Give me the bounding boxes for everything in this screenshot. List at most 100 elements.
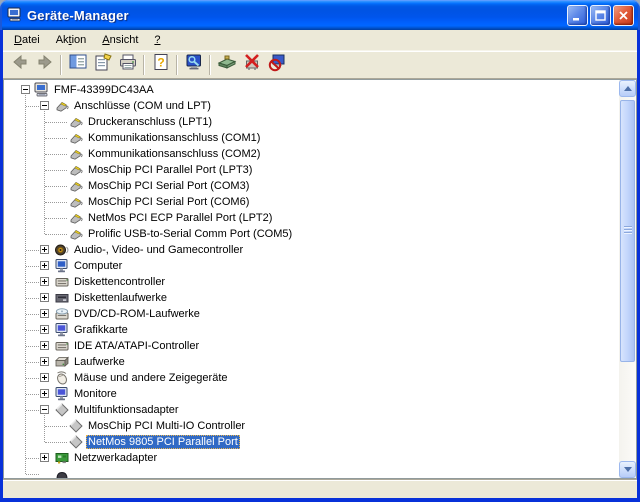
tree-item-label[interactable]: Prolific USB-to-Serial Comm Port (COM5) <box>86 227 294 241</box>
print-button[interactable] <box>115 53 140 77</box>
menu-item-?[interactable]: ? <box>146 31 168 49</box>
tree-row[interactable]: Kommunikationsanschluss (COM2) <box>4 146 619 162</box>
tree-item-label[interactable]: MosChip PCI Serial Port (COM6) <box>86 195 251 209</box>
tree-item-label[interactable]: Mäuse und andere Zeigegeräte <box>72 371 230 385</box>
tree-item-label[interactable]: IDE ATA/ATAPI-Controller <box>72 339 201 353</box>
chevron-up-icon <box>623 86 632 91</box>
tree-connector <box>26 250 39 251</box>
tree-row[interactable]: MosChip PCI Parallel Port (LPT3) <box>4 162 619 178</box>
collapse-toggle[interactable] <box>21 85 30 94</box>
tree-row[interactable]: Laufwerke <box>4 354 619 370</box>
tree-guide-line <box>25 95 26 474</box>
tree-connector <box>45 234 67 235</box>
tree-row[interactable]: Mäuse und andere Zeigegeräte <box>4 370 619 386</box>
expand-toggle[interactable] <box>40 389 49 398</box>
tree-row[interactable]: Monitore <box>4 386 619 402</box>
scan-hardware-changes-button[interactable] <box>181 53 206 77</box>
tree-item-label[interactable]: Druckeranschluss (LPT1) <box>86 115 214 129</box>
tree-item-label[interactable]: Netzwerkadapter <box>72 451 159 465</box>
disable-device-button[interactable] <box>239 53 264 77</box>
collapse-toggle[interactable] <box>40 101 49 110</box>
collapse-toggle[interactable] <box>40 405 49 414</box>
scroll-up-button[interactable] <box>619 80 636 97</box>
tree-row[interactable]: IDE ATA/ATAPI-Controller <box>4 338 619 354</box>
maximize-button[interactable] <box>590 4 611 26</box>
tree-row[interactable]: Netzwerkadapter <box>4 450 619 466</box>
tree-row[interactable]: Audio-, Video- und Gamecontroller <box>4 242 619 258</box>
tree-item-label[interactable]: Audio-, Video- und Gamecontroller <box>72 243 245 257</box>
expand-toggle[interactable] <box>40 341 49 350</box>
help-button[interactable]: ? <box>148 53 173 77</box>
scan-hardware-changes-icon <box>184 52 204 77</box>
tree-row[interactable]: MosChip PCI Multi-IO Controller <box>4 418 619 434</box>
back-arrow-icon <box>10 52 30 77</box>
diamond-icon <box>68 434 84 450</box>
tree-row[interactable]: DVD/CD-ROM-Laufwerke <box>4 306 619 322</box>
toolbar: ? <box>3 51 637 79</box>
tree-item-label[interactable]: Computer <box>72 259 124 273</box>
tree-row[interactable]: Diskettencontroller <box>4 274 619 290</box>
tree-row[interactable] <box>4 466 619 478</box>
tree-connector <box>45 138 67 139</box>
scrollbar-thumb[interactable] <box>620 100 635 362</box>
expand-toggle[interactable] <box>40 357 49 366</box>
tree-row[interactable]: MosChip PCI Serial Port (COM6) <box>4 194 619 210</box>
tree-item-label[interactable]: DVD/CD-ROM-Laufwerke <box>72 307 202 321</box>
scroll-down-button[interactable] <box>619 461 636 478</box>
expand-toggle[interactable] <box>40 293 49 302</box>
tree-connector <box>26 266 39 267</box>
update-driver-button[interactable] <box>214 53 239 77</box>
close-button[interactable] <box>613 4 634 26</box>
tree-item-label[interactable]: Grafikkarte <box>72 323 130 337</box>
tree-item-label[interactable]: NetMos PCI ECP Parallel Port (LPT2) <box>86 211 274 225</box>
minimize-button[interactable] <box>567 4 588 26</box>
menu-item-aktion[interactable]: Aktion <box>48 31 95 49</box>
properties-icon <box>93 52 113 77</box>
tree-item-label[interactable]: Kommunikationsanschluss (COM1) <box>86 131 262 145</box>
expand-toggle[interactable] <box>40 277 49 286</box>
tree-row[interactable]: MosChip PCI Serial Port (COM3) <box>4 178 619 194</box>
tree-row[interactable]: Anschlüsse (COM und LPT) <box>4 98 619 114</box>
tree-item-label[interactable]: Laufwerke <box>72 355 127 369</box>
tree-item-label[interactable]: FMF-43399DC43AA <box>52 83 156 97</box>
tree-item-label[interactable]: MosChip PCI Serial Port (COM3) <box>86 179 251 193</box>
vertical-scrollbar[interactable] <box>619 80 636 478</box>
menu-item-datei[interactable]: Datei <box>6 31 48 49</box>
tree-row[interactable]: Computer <box>4 258 619 274</box>
expand-toggle[interactable] <box>40 453 49 462</box>
tree-item-label[interactable]: Multifunktionsadapter <box>72 403 181 417</box>
properties-button[interactable] <box>90 53 115 77</box>
tree-row[interactable]: NetMos PCI ECP Parallel Port (LPT2) <box>4 210 619 226</box>
tree-item-label[interactable]: Kommunikationsanschluss (COM2) <box>86 147 262 161</box>
tree-row[interactable]: Druckeranschluss (LPT1) <box>4 114 619 130</box>
forward-arrow-icon <box>35 52 55 77</box>
expand-toggle[interactable] <box>40 309 49 318</box>
tree-item-label[interactable]: MosChip PCI Multi-IO Controller <box>86 419 247 433</box>
uninstall-device-button[interactable] <box>264 53 289 77</box>
tree-item-label[interactable]: Anschlüsse (COM und LPT) <box>72 99 213 113</box>
expand-toggle[interactable] <box>40 373 49 382</box>
tree-item-label-selected[interactable]: NetMos 9805 PCI Parallel Port <box>86 435 240 449</box>
tree-item-label[interactable]: Monitore <box>72 387 119 401</box>
tree-row[interactable]: Kommunikationsanschluss (COM1) <box>4 130 619 146</box>
show-hide-console-tree-button[interactable] <box>65 53 90 77</box>
display-icon <box>54 386 70 402</box>
titlebar[interactable]: Geräte-Manager <box>0 0 640 30</box>
tree-row[interactable]: NetMos 9805 PCI Parallel Port <box>4 434 619 450</box>
tree-row[interactable]: Grafikkarte <box>4 322 619 338</box>
tree-row[interactable]: FMF-43399DC43AA <box>4 82 619 98</box>
tree-item-label[interactable]: Diskettenlaufwerke <box>72 291 169 305</box>
tree-row[interactable]: Multifunktionsadapter <box>4 402 619 418</box>
menu-item-ansicht[interactable]: Ansicht <box>94 31 146 49</box>
tree-connector <box>26 362 39 363</box>
tree-row[interactable]: Diskettenlaufwerke <box>4 290 619 306</box>
tree-item-label[interactable]: Diskettencontroller <box>72 275 167 289</box>
back-arrow-button[interactable] <box>7 53 32 77</box>
tree-item-label[interactable]: MosChip PCI Parallel Port (LPT3) <box>86 163 254 177</box>
menu-bar: Datei Aktion Ansicht? <box>3 30 637 51</box>
expand-toggle[interactable] <box>40 325 49 334</box>
tree-row[interactable]: Prolific USB-to-Serial Comm Port (COM5) <box>4 226 619 242</box>
forward-arrow-button[interactable] <box>32 53 57 77</box>
expand-toggle[interactable] <box>40 245 49 254</box>
expand-toggle[interactable] <box>40 261 49 270</box>
